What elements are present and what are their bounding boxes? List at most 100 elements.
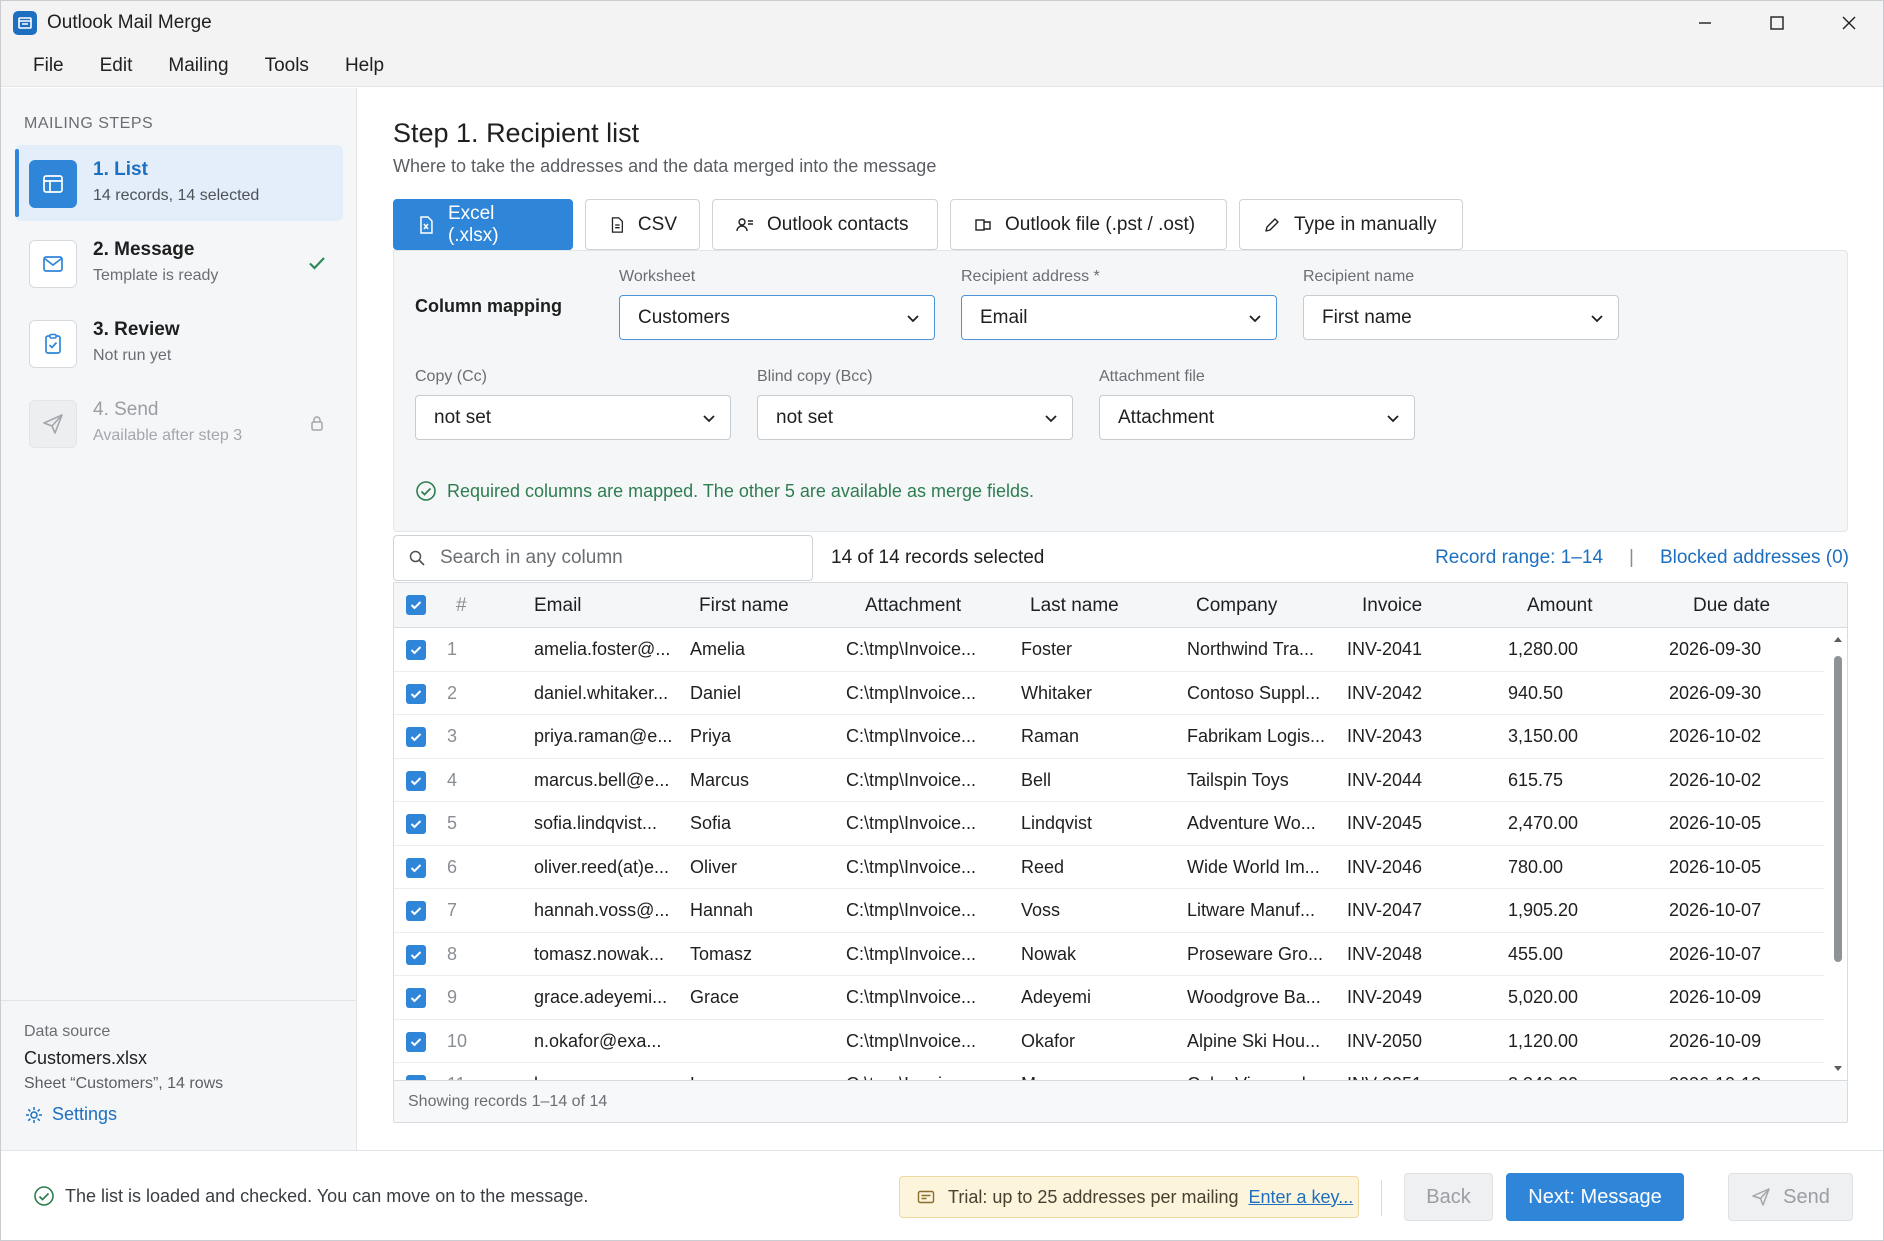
table-row[interactable]: 4 marcus.bell@e... Marcus C:\tmp\Invoice...… xyxy=(394,759,1824,802)
col-header-due-date[interactable]: Due date xyxy=(1693,595,1770,617)
cell-due-date: 2026-10-02 xyxy=(1669,726,1762,746)
step-list[interactable]: 1. List 14 records, 14 selected xyxy=(15,145,343,221)
col-header-email[interactable]: Email xyxy=(534,595,582,617)
scroll-down-icon[interactable] xyxy=(1833,1064,1843,1074)
next-message-button[interactable]: Next: Message xyxy=(1506,1173,1684,1221)
tab-type-manually[interactable]: Type in manually xyxy=(1239,199,1463,250)
step-message[interactable]: 2. Message Template is ready xyxy=(15,225,343,301)
table-row[interactable]: 5 sofia.lindqvist... Sofia C:\tmp\Invoice..… xyxy=(394,802,1824,846)
table-row[interactable]: 8 tomasz.nowak... Tomasz C:\tmp\Invoice... N… xyxy=(394,933,1824,976)
blocked-addresses-link[interactable]: Blocked addresses (0) xyxy=(1660,547,1849,569)
data-source-label: Data source xyxy=(24,1023,111,1040)
cell-invoice: INV-2048 xyxy=(1347,943,1423,964)
menu-file[interactable]: File xyxy=(1,45,82,87)
col-header-invoice[interactable]: Invoice xyxy=(1362,595,1422,617)
cell-last-name: Adeyemi xyxy=(1021,987,1092,1007)
table-row[interactable]: 3 priya.raman@e... Priya C:\tmp\Invoice... R… xyxy=(394,715,1824,759)
row-checkbox[interactable] xyxy=(406,857,426,878)
chevron-down-icon xyxy=(1045,415,1057,423)
cell-invoice: INV-2047 xyxy=(1347,900,1423,920)
cell-amount: 780.00 xyxy=(1508,856,1564,877)
settings-label: Settings xyxy=(52,1104,118,1124)
col-header-first-name[interactable]: First name xyxy=(699,595,789,617)
recipient-name-select[interactable]: First name xyxy=(1303,295,1619,340)
recipients-table: # Email First name Attachment Last name … xyxy=(393,582,1848,1123)
worksheet-select[interactable]: Customers xyxy=(619,295,935,340)
menu-tools[interactable]: Tools xyxy=(247,45,327,87)
field-label: Recipient name xyxy=(1303,268,1415,285)
settings-link[interactable]: Settings xyxy=(24,1104,117,1125)
col-header-number[interactable]: # xyxy=(456,595,467,617)
cell-first-name: Marcus xyxy=(690,769,750,790)
table-scrollbar[interactable] xyxy=(1830,628,1846,1080)
maximize-icon xyxy=(1770,16,1784,30)
enter-key-link[interactable]: Enter a key... xyxy=(1248,1187,1353,1208)
table-row[interactable]: 10 n.okafor@exa... C:\tmp\Invoice... Okafor… xyxy=(394,1020,1824,1063)
table-row[interactable]: 11lucas.moreau...LucasC:\tmp\Invoice...M… xyxy=(394,1063,1824,1080)
menu-help[interactable]: Help xyxy=(327,45,402,87)
row-checkbox[interactable] xyxy=(406,727,426,747)
minimize-button[interactable] xyxy=(1669,1,1741,45)
tab-excel[interactable]: Excel (.xlsx) xyxy=(393,199,573,250)
select-all-checkbox[interactable] xyxy=(406,595,426,615)
cc-select[interactable]: not set xyxy=(415,395,731,440)
cell-attachment: C:\tmp\Invoice... xyxy=(846,856,977,877)
cell-invoice: INV-2050 xyxy=(1347,1030,1423,1051)
row-checkbox[interactable] xyxy=(406,683,426,704)
tab-csv[interactable]: CSV xyxy=(585,199,700,250)
row-checkbox[interactable] xyxy=(406,770,426,791)
checkmark-icon xyxy=(410,994,422,1003)
chevron-down-icon xyxy=(1249,315,1261,323)
selected-count-text: of 14 records selected xyxy=(857,547,1045,568)
tab-outlook-contacts[interactable]: Outlook contacts xyxy=(712,199,938,250)
data-source-file: Customers.xlsx xyxy=(24,1048,148,1068)
scrollbar-thumb[interactable] xyxy=(1834,656,1842,962)
trial-banner: Trial: up to 25 addresses per mailing En… xyxy=(899,1176,1359,1218)
table-row[interactable]: 9 grace.adeyemi... Grace C:\tmp\Invoice... A… xyxy=(394,976,1824,1020)
cell-company: Alpine Ski Hou... xyxy=(1187,1030,1321,1051)
table-icon xyxy=(29,160,77,208)
tab-outlook-file[interactable]: Outlook file (.pst / .ost) xyxy=(950,199,1227,250)
search-field[interactable] xyxy=(393,535,813,581)
cell-due-date: 2026-09-30 xyxy=(1669,639,1762,659)
cell-invoice: INV-2044 xyxy=(1347,769,1423,790)
row-checkbox[interactable] xyxy=(406,988,426,1008)
cell-amount: 940.50 xyxy=(1508,682,1564,703)
table-row[interactable]: 2 daniel.whitaker... Daniel C:\tmp\Invoice.… xyxy=(394,672,1824,715)
back-button[interactable]: Back xyxy=(1404,1173,1493,1221)
col-header-last-name[interactable]: Last name xyxy=(1030,595,1119,617)
scroll-up-icon[interactable] xyxy=(1833,634,1843,644)
record-links: Record range: 1–14 | Blocked addresses (… xyxy=(1435,547,1849,569)
maximize-button[interactable] xyxy=(1741,1,1813,45)
checkmark-icon xyxy=(410,907,422,916)
row-checkbox[interactable] xyxy=(406,944,426,965)
send-button[interactable]: Send xyxy=(1728,1173,1853,1221)
search-input[interactable] xyxy=(440,547,780,569)
bcc-select[interactable]: not set xyxy=(757,395,1073,440)
col-header-amount[interactable]: Amount xyxy=(1527,595,1592,617)
record-range-link[interactable]: Record range: 1–14 xyxy=(1435,547,1603,569)
cell-attachment: C:\tmp\Invoice... xyxy=(846,639,977,659)
col-header-company[interactable]: Company xyxy=(1196,595,1277,617)
close-button[interactable] xyxy=(1813,1,1883,45)
table-row[interactable]: 1 amelia.foster@... Amelia C:\tmp\Invoice..… xyxy=(394,628,1824,672)
window-title: Outlook Mail Merge xyxy=(47,12,212,33)
table-footer-text: Showing records 1–14 of 14 xyxy=(408,1093,608,1110)
table-header: # Email First name Attachment Last name … xyxy=(394,583,1847,628)
cell-invoice: INV-2045 xyxy=(1347,813,1423,833)
field-label: Worksheet xyxy=(619,268,696,285)
cell-last-name: Okafor xyxy=(1021,1030,1076,1051)
attachment-select[interactable]: Attachment xyxy=(1099,395,1415,440)
row-checkbox[interactable] xyxy=(406,814,426,834)
step-review[interactable]: 3. Review Not run yet xyxy=(15,305,343,381)
chevron-down-icon xyxy=(1387,415,1399,423)
row-checkbox[interactable] xyxy=(406,901,426,921)
table-row[interactable]: 6 oliver.reed(at)e... Oliver C:\tmp\Invoice… xyxy=(394,846,1824,889)
col-header-attachment[interactable]: Attachment xyxy=(865,595,961,617)
menu-mailing[interactable]: Mailing xyxy=(150,45,246,87)
row-checkbox[interactable] xyxy=(406,1031,426,1052)
menu-edit[interactable]: Edit xyxy=(82,45,151,87)
table-row[interactable]: 7 hannah.voss@... Hannah C:\tmp\Invoice... V… xyxy=(394,889,1824,933)
recipient-address-select[interactable]: Email xyxy=(961,295,1277,340)
row-checkbox[interactable] xyxy=(406,640,426,660)
